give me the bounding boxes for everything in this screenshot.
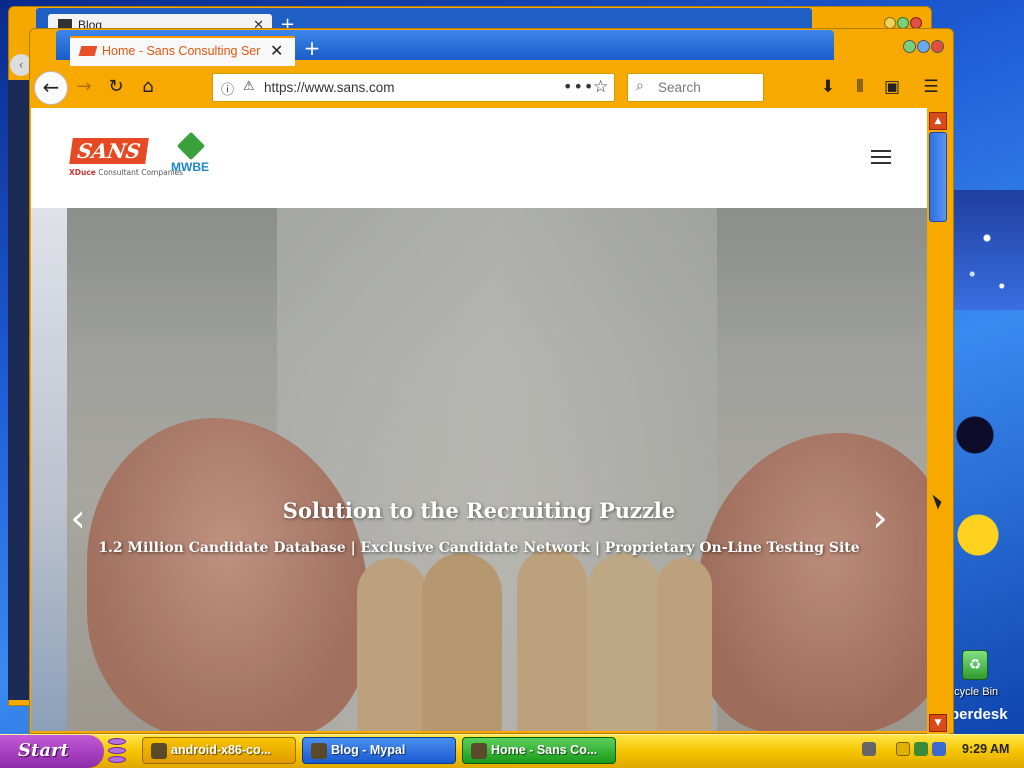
scrollbar-thumb[interactable] xyxy=(929,132,947,222)
search-tray-icon[interactable] xyxy=(932,742,946,756)
quick-launch-icon[interactable] xyxy=(108,738,130,764)
tab-home-sans[interactable]: Home - Sans Consulting Ser ✕ xyxy=(70,36,295,66)
url-text[interactable]: https://www.sans.com xyxy=(264,80,395,95)
start-button[interactable]: Start xyxy=(0,735,104,768)
home-button[interactable]: ⌂ xyxy=(136,76,160,100)
security-icon[interactable] xyxy=(914,742,928,756)
site-menu-icon[interactable] xyxy=(871,150,893,166)
taskbar-item-android[interactable]: android-x86-co... xyxy=(142,737,296,764)
mwbe-logo-text: MWBE xyxy=(171,160,209,174)
scroll-down-icon[interactable]: ▼ xyxy=(929,714,947,732)
back-button[interactable]: ← xyxy=(34,71,68,105)
close-window-icon[interactable] xyxy=(931,40,944,53)
page-side-image xyxy=(31,208,67,731)
desktop-wallpaper-stars xyxy=(950,190,1024,310)
new-tab-button[interactable]: + xyxy=(300,36,324,60)
recycle-bin-icon[interactable]: ♻ xyxy=(962,650,988,680)
desktop-brand-text: perdesk xyxy=(950,706,1008,723)
mwbe-logo-icon xyxy=(176,131,206,161)
taskbar-item-blog[interactable]: Blog - Mypal xyxy=(302,737,456,764)
hero-overlay xyxy=(67,208,927,731)
page-actions-icon[interactable]: ••• xyxy=(563,77,594,96)
app-icon xyxy=(311,743,327,759)
taskbar-item-label: Home - Sans Co... xyxy=(491,743,598,757)
site-header: SANS XDuce Consultant Companies MWBE xyxy=(31,108,927,208)
carousel-prev-icon[interactable]: ‹ xyxy=(67,498,93,542)
xduce-label: XDuce xyxy=(69,168,96,177)
maximize-icon[interactable] xyxy=(917,40,930,53)
menu-icon[interactable]: ☰ xyxy=(919,76,943,100)
system-tray[interactable] xyxy=(862,741,952,761)
taskbar-item-label: Blog - Mypal xyxy=(331,743,406,757)
search-input[interactable]: ⌕ Search xyxy=(627,73,764,102)
url-bar[interactable]: ⓘ ⚠ https://www.sans.com ••• ☆ xyxy=(212,73,615,102)
sans-logo-subtitle: XDuce Consultant Companies xyxy=(69,168,183,177)
search-placeholder: Search xyxy=(658,80,701,95)
taskbar-item-sans[interactable]: Home - Sans Co... xyxy=(462,737,616,764)
scroll-up-icon[interactable]: ▲ xyxy=(929,112,947,130)
lock-icon[interactable]: ⚠ xyxy=(243,79,255,94)
tab-title: Home - Sans Consulting Ser xyxy=(102,44,261,58)
sans-favicon-icon xyxy=(78,46,98,56)
recycle-bin-label: ecycle Bin xyxy=(948,686,999,698)
sans-logo[interactable]: SANS xyxy=(69,138,149,164)
reload-button[interactable]: ↻ xyxy=(104,76,128,100)
hero-subtitle: 1.2 Million Candidate Database | Exclusi… xyxy=(98,540,860,556)
taskbar-clock[interactable]: 9:29 AM xyxy=(962,742,1009,756)
shield-icon[interactable] xyxy=(896,742,910,756)
site-info-icon[interactable]: ⓘ xyxy=(221,79,234,98)
forward-button[interactable]: → xyxy=(72,76,96,100)
background-window-controls[interactable] xyxy=(884,14,928,29)
hero-carousel: Solution to the Recruiting Puzzle 1.2 Mi… xyxy=(67,208,927,731)
minimize-icon[interactable] xyxy=(903,40,916,53)
taskbar-item-label: android-x86-co... xyxy=(171,743,272,757)
web-page: SANS XDuce Consultant Companies MWBE Sol… xyxy=(31,108,927,731)
library-icon[interactable]: ⫴ xyxy=(848,76,872,100)
window-controls[interactable] xyxy=(903,38,951,53)
desktop-wallpaper-character xyxy=(950,390,1024,560)
app-icon xyxy=(151,743,167,759)
app-icon xyxy=(471,743,487,759)
download-icon[interactable]: ⬇ xyxy=(816,76,840,100)
bookmark-star-icon[interactable]: ☆ xyxy=(593,77,608,97)
carousel-next-icon[interactable]: › xyxy=(865,498,895,542)
hero-title: Solution to the Recruiting Puzzle xyxy=(282,498,676,523)
tab-close-icon[interactable]: ✕ xyxy=(270,41,283,60)
network-icon[interactable] xyxy=(862,742,876,756)
sidebar-icon[interactable]: ▣ xyxy=(880,76,904,100)
search-icon: ⌕ xyxy=(636,78,644,94)
